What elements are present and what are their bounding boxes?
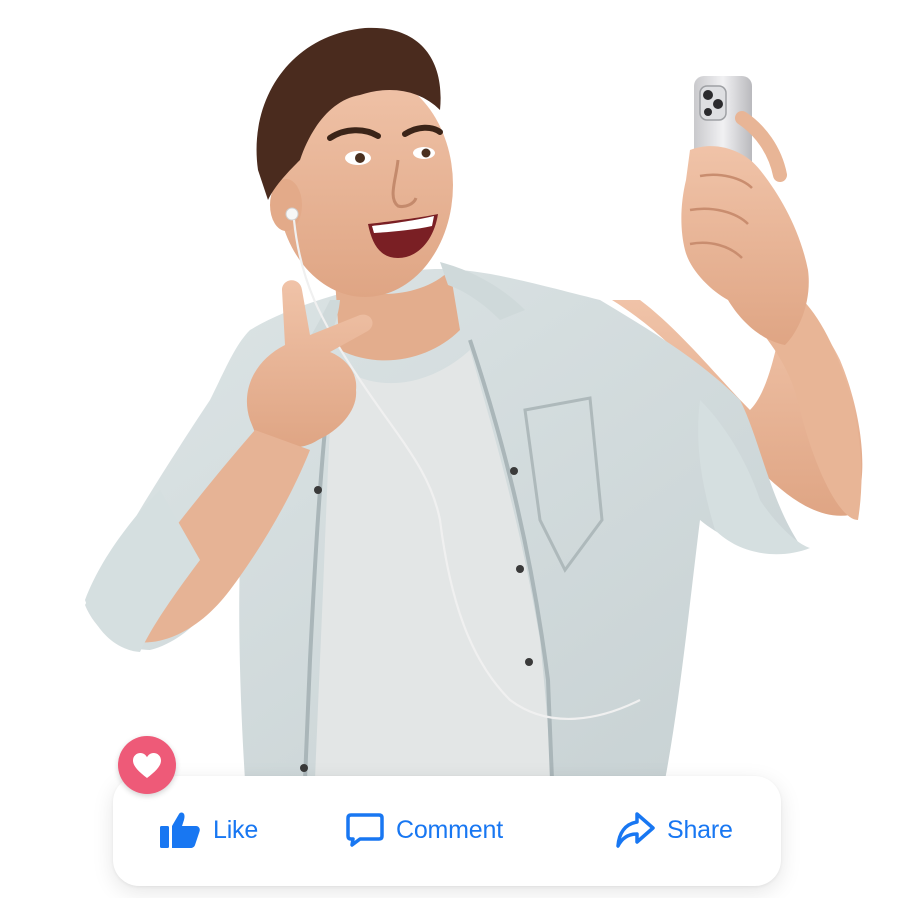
heart-reaction-badge — [118, 736, 176, 794]
thumbs-up-icon — [160, 812, 200, 848]
post-action-bar: Like Comment Share — [113, 776, 781, 886]
speech-bubble-icon — [346, 813, 384, 847]
share-label: Share — [667, 815, 733, 844]
comment-button[interactable]: Comment — [346, 812, 503, 848]
share-arrow-icon — [616, 812, 655, 848]
share-button[interactable]: Share — [615, 812, 733, 848]
comment-label: Comment — [396, 815, 503, 844]
heart-icon — [133, 752, 161, 778]
like-button[interactable]: Like — [159, 812, 258, 848]
like-label: Like — [213, 815, 259, 844]
